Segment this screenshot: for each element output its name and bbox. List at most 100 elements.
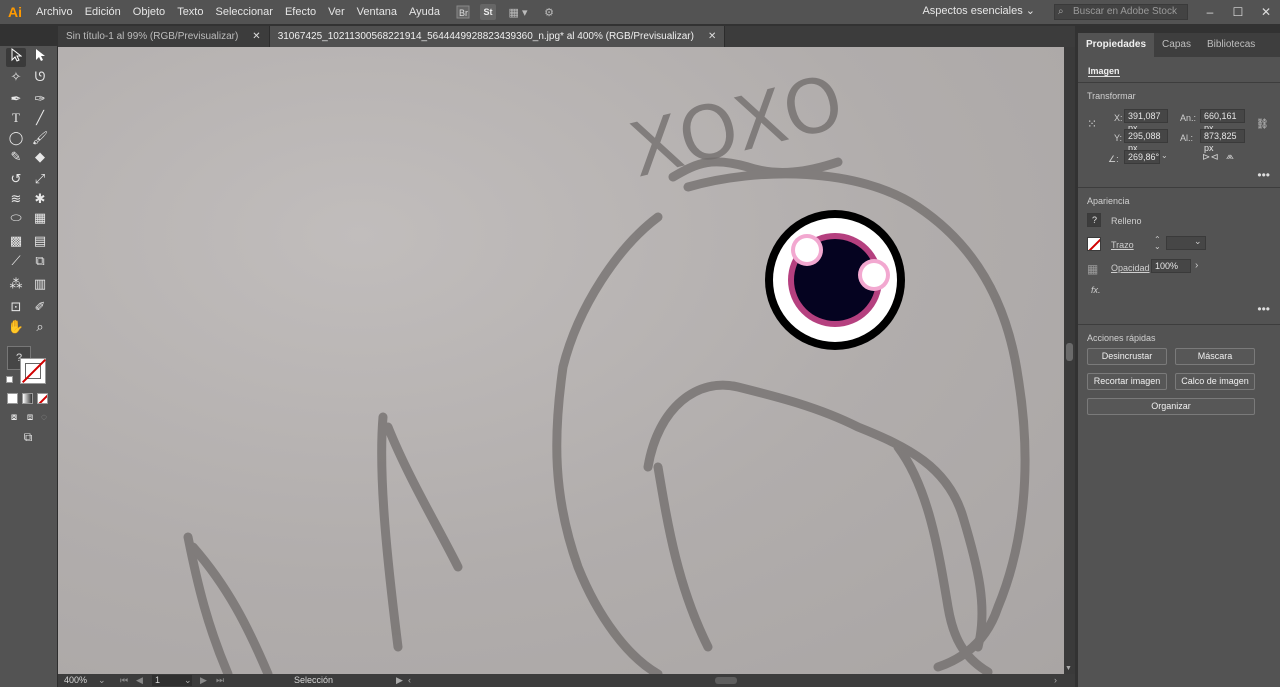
gradient-mode-icon[interactable] xyxy=(22,393,33,404)
more-options-icon[interactable]: ••• xyxy=(1257,302,1270,316)
scroll-right-arrow-icon[interactable]: › xyxy=(1054,674,1057,687)
line-segment-tool-icon[interactable]: ╱ xyxy=(30,108,50,127)
last-artboard-icon[interactable]: ⏭ xyxy=(216,674,224,687)
mesh-tool-icon[interactable]: ▩ xyxy=(6,231,26,250)
hand-tool-icon[interactable]: ✋ xyxy=(6,317,26,336)
pen-tool-icon[interactable]: ✒ xyxy=(6,89,26,108)
chevron-down-icon[interactable]: ⌄ xyxy=(1194,236,1202,247)
artboard-canvas[interactable]: XOXO xyxy=(58,47,1064,674)
zoom-dropdown-icon[interactable]: ⌄ xyxy=(98,674,106,687)
unembed-button[interactable]: Desincrustar xyxy=(1087,348,1167,365)
draw-inside-icon[interactable]: ◌ xyxy=(34,408,54,427)
curvature-tool-icon[interactable]: ✑ xyxy=(30,89,50,108)
tab-document-1[interactable]: Sin título-1 al 99% (RGB/Previsualizar) … xyxy=(58,26,270,47)
zoom-tool-icon[interactable]: ⌕ xyxy=(30,317,50,336)
stroke-label[interactable]: Trazo xyxy=(1111,240,1134,250)
tab-propiedades[interactable]: Propiedades xyxy=(1078,33,1155,57)
gradient-tool-icon[interactable]: ▤ xyxy=(30,231,50,250)
chevron-down-icon[interactable]: ⌄ xyxy=(1161,151,1168,160)
x-field[interactable]: 391,087 px xyxy=(1124,109,1168,133)
stroke-weight-stepper-icon[interactable]: ⌃ ⌄ xyxy=(1154,236,1161,251)
maximize-button[interactable]: ☐ xyxy=(1224,0,1252,24)
menu-ver[interactable]: Ver xyxy=(322,0,351,24)
minimize-button[interactable]: – xyxy=(1196,0,1224,24)
height-field[interactable]: 873,825 px xyxy=(1200,129,1245,153)
stroke-none-icon[interactable] xyxy=(1087,237,1101,251)
zoom-level[interactable]: 400% xyxy=(64,674,87,687)
default-colors-icon[interactable] xyxy=(6,376,13,383)
previous-artboard-icon[interactable]: ◀ xyxy=(136,674,143,687)
rotate-tool-icon[interactable]: ↺ xyxy=(6,169,26,188)
reference-point-icon[interactable]: ⁙ xyxy=(1087,117,1097,131)
more-options-icon[interactable]: ••• xyxy=(1257,168,1270,182)
slice-tool-icon[interactable]: ✐ xyxy=(30,297,50,316)
first-artboard-icon[interactable]: ⏮ xyxy=(120,674,128,687)
fill-unknown-icon[interactable]: ? xyxy=(1087,213,1101,227)
none-mode-icon[interactable] xyxy=(37,393,48,404)
shape-builder-tool-icon[interactable]: ⬭ xyxy=(6,208,26,227)
menu-efecto[interactable]: Efecto xyxy=(279,0,322,24)
close-window-button[interactable]: ✕ xyxy=(1252,0,1280,24)
current-tool-status[interactable]: Selección xyxy=(294,674,333,687)
magic-wand-tool-icon[interactable]: ✧ xyxy=(6,67,26,86)
close-icon[interactable]: ✕ xyxy=(252,26,260,47)
menu-ayuda[interactable]: Ayuda xyxy=(403,0,446,24)
fill-label[interactable]: Relleno xyxy=(1111,216,1142,226)
selection-tool-icon[interactable] xyxy=(6,47,26,67)
tab-capas[interactable]: Capas xyxy=(1154,33,1199,57)
stock-search-input[interactable]: ⌕ Buscar en Adobe Stock xyxy=(1054,4,1188,20)
symbol-sprayer-tool-icon[interactable]: ⁂ xyxy=(6,274,26,293)
menu-seleccionar[interactable]: Seleccionar xyxy=(209,0,278,24)
close-icon[interactable]: ✕ xyxy=(708,26,716,47)
arrange-button[interactable]: Organizar xyxy=(1087,398,1255,415)
constrain-proportions-icon[interactable]: ⛓ xyxy=(1256,119,1269,130)
width-field[interactable]: 660,161 px xyxy=(1200,109,1245,133)
width-tool-icon[interactable]: ≋ xyxy=(6,189,26,208)
artboard-dropdown-icon[interactable]: ⌄ xyxy=(184,674,192,687)
status-menu-arrow-icon[interactable]: ▶ xyxy=(396,674,403,687)
gpu-performance-icon[interactable]: ⚙ xyxy=(540,4,558,20)
opacity-field[interactable]: 100% xyxy=(1151,259,1191,273)
scale-tool-icon[interactable]: ⤢ xyxy=(30,169,50,188)
menu-archivo[interactable]: Archivo xyxy=(30,0,79,24)
bridge-icon[interactable]: Br xyxy=(454,4,472,20)
opacity-label[interactable]: Opacidad xyxy=(1111,263,1150,273)
image-trace-button[interactable]: Calco de imagen xyxy=(1175,373,1255,390)
puppet-warp-tool-icon[interactable]: ✱ xyxy=(30,189,50,208)
direct-selection-tool-icon[interactable] xyxy=(30,48,50,67)
type-tool-icon[interactable]: T xyxy=(6,108,26,127)
blend-tool-icon[interactable]: ⧉ xyxy=(30,251,50,270)
screen-mode-icon[interactable]: ⧉ xyxy=(18,428,38,447)
menu-edicion[interactable]: Edición xyxy=(79,0,127,24)
next-artboard-icon[interactable]: ▶ xyxy=(200,674,207,687)
arrange-documents-icon[interactable]: ▦ ▾ xyxy=(504,4,532,20)
color-mode-icon[interactable] xyxy=(7,393,18,404)
y-field[interactable]: 295,088 px xyxy=(1124,129,1168,153)
flip-horizontal-icon[interactable]: ⊳⊲ xyxy=(1202,152,1219,163)
stock-icon[interactable]: St xyxy=(480,4,497,20)
tab-document-2[interactable]: 31067425_10211300568221914_5644449928823… xyxy=(269,26,726,47)
angle-field[interactable]: 269,86° xyxy=(1124,150,1160,164)
stroke-swatch[interactable] xyxy=(20,358,46,384)
paintbrush-tool-icon[interactable]: 🖌 xyxy=(30,128,50,147)
column-graph-tool-icon[interactable]: ▥ xyxy=(30,274,50,293)
scroll-down-arrow-icon[interactable]: ▼ xyxy=(1065,665,1072,672)
menu-texto[interactable]: Texto xyxy=(171,0,209,24)
vertical-scroll-thumb[interactable] xyxy=(1066,343,1073,361)
menu-ventana[interactable]: Ventana xyxy=(351,0,403,24)
workspace-switcher[interactable]: Aspectos esenciales ⌄ xyxy=(922,4,1035,17)
vertical-scrollbar[interactable]: ▼ xyxy=(1064,47,1075,674)
eyedropper-tool-icon[interactable]: ⟋ xyxy=(6,251,26,270)
crop-image-button[interactable]: Recortar imagen xyxy=(1087,373,1167,390)
shaper-tool-icon[interactable]: ✎ xyxy=(6,147,26,166)
lasso-tool-icon[interactable]: ᘎ xyxy=(30,67,50,86)
horizontal-scroll-thumb[interactable] xyxy=(715,677,737,684)
menu-objeto[interactable]: Objeto xyxy=(127,0,171,24)
mask-button[interactable]: Máscara xyxy=(1175,348,1255,365)
ellipse-tool-icon[interactable]: ◯ xyxy=(6,128,26,147)
eraser-tool-icon[interactable]: ◆ xyxy=(30,147,50,166)
tab-bibliotecas[interactable]: Bibliotecas xyxy=(1199,33,1263,57)
flip-vertical-icon[interactable]: ⩕ xyxy=(1226,151,1234,162)
perspective-grid-tool-icon[interactable]: ▦ xyxy=(30,208,50,227)
chevron-right-icon[interactable]: › xyxy=(1195,260,1198,271)
